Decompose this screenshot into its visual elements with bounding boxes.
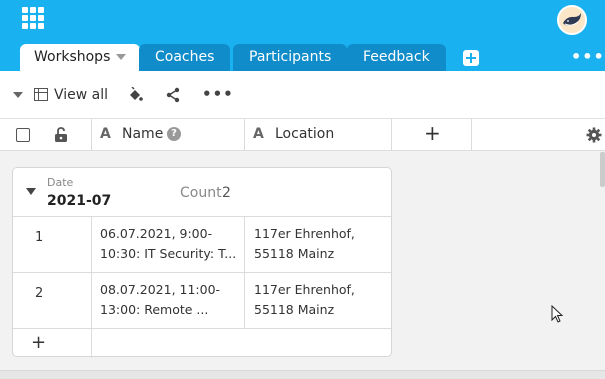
tab-label: Feedback xyxy=(363,49,430,65)
collapse-group-icon[interactable] xyxy=(26,188,36,195)
tab-participants[interactable]: Participants xyxy=(233,44,348,71)
text-type-icon: A xyxy=(100,126,111,142)
column-header-row: A Name ? A Location + xyxy=(0,119,605,151)
table-row[interactable]: 1 06.07.2021, 9:00- 10:30: IT Security: … xyxy=(13,216,391,272)
cell-text-line: 10:30: IT Security: T... xyxy=(100,246,237,261)
cell-text-line: 13:00: Remote ... xyxy=(100,302,209,317)
add-row[interactable]: + xyxy=(13,328,391,358)
header-location[interactable]: A Location xyxy=(245,119,392,151)
horizontal-scrollbar[interactable] xyxy=(0,370,605,379)
vertical-scrollbar[interactable] xyxy=(600,152,605,187)
group-count-value: 2 xyxy=(222,185,231,201)
view-toolbar: View all ••• xyxy=(0,71,605,119)
group-field-label: Date xyxy=(47,176,74,189)
chevron-down-icon[interactable] xyxy=(116,54,127,60)
tab-coaches[interactable]: Coaches xyxy=(139,44,231,71)
tab-label: Workshops xyxy=(34,49,111,65)
gear-icon[interactable] xyxy=(586,127,602,143)
cell-location[interactable]: 117er Ehrenhof, 55118 Mainz xyxy=(245,217,391,272)
cell-name[interactable]: 08.07.2021, 11:00- 13:00: Remote ... xyxy=(92,273,245,328)
grid-view-icon[interactable] xyxy=(34,88,48,101)
header-select-cell xyxy=(0,119,92,151)
add-row-button[interactable]: + xyxy=(13,329,92,358)
add-table-icon[interactable] xyxy=(463,50,479,66)
header-name[interactable]: A Name ? xyxy=(92,119,245,151)
add-column-button[interactable]: + xyxy=(424,121,441,145)
more-options-icon[interactable]: ••• xyxy=(571,49,605,65)
add-column-cell[interactable]: + xyxy=(392,119,472,151)
group-value: 2021-07 xyxy=(47,193,112,209)
select-all-checkbox[interactable] xyxy=(16,128,30,142)
cell-text-line: 08.07.2021, 11:00- xyxy=(100,282,221,297)
apps-grid-icon[interactable] xyxy=(22,7,44,29)
row-index: 2 xyxy=(13,273,92,328)
unlock-icon[interactable] xyxy=(54,127,68,143)
top-bar: Workshops Coaches Participants Feedback … xyxy=(0,0,605,71)
tab-label: Coaches xyxy=(155,49,215,65)
cell-text-line: 06.07.2021, 9:00- xyxy=(100,226,213,241)
cell-location[interactable]: 117er Ehrenhof, 55118 Mainz xyxy=(245,273,391,328)
toolbar-more-icon[interactable]: ••• xyxy=(202,85,234,103)
tab-label: Participants xyxy=(249,49,332,65)
cell-text-line: 55118 Mainz xyxy=(254,302,335,317)
cell-text-line: 117er Ehrenhof, xyxy=(254,282,355,297)
table-row[interactable]: 2 08.07.2021, 11:00- 13:00: Remote ... 1… xyxy=(13,272,391,328)
avatar[interactable] xyxy=(557,5,587,35)
whale-logo-icon xyxy=(559,7,585,33)
group-count-label: Count xyxy=(180,185,222,201)
paint-bucket-icon[interactable] xyxy=(127,87,143,103)
share-icon[interactable] xyxy=(165,87,181,103)
cell-text-line: 55118 Mainz xyxy=(254,246,335,261)
cell-name[interactable]: 06.07.2021, 9:00- 10:30: IT Security: T.… xyxy=(92,217,245,272)
tab-workshops[interactable]: Workshops xyxy=(20,44,141,71)
row-index: 1 xyxy=(13,217,92,272)
text-type-icon: A xyxy=(253,126,264,142)
column-label-name: Name xyxy=(122,126,164,142)
view-selector[interactable]: View all xyxy=(54,87,108,103)
tab-feedback[interactable]: Feedback xyxy=(347,44,446,71)
caret-down-icon[interactable] xyxy=(13,92,23,98)
help-icon[interactable]: ? xyxy=(167,127,181,141)
cell-text-line: 117er Ehrenhof, xyxy=(254,226,355,241)
column-label-location: Location xyxy=(275,126,335,142)
group-block: Date 2021-07 Count 2 1 06.07.2021, 9:00-… xyxy=(12,167,392,358)
mouse-cursor-icon xyxy=(551,305,563,323)
